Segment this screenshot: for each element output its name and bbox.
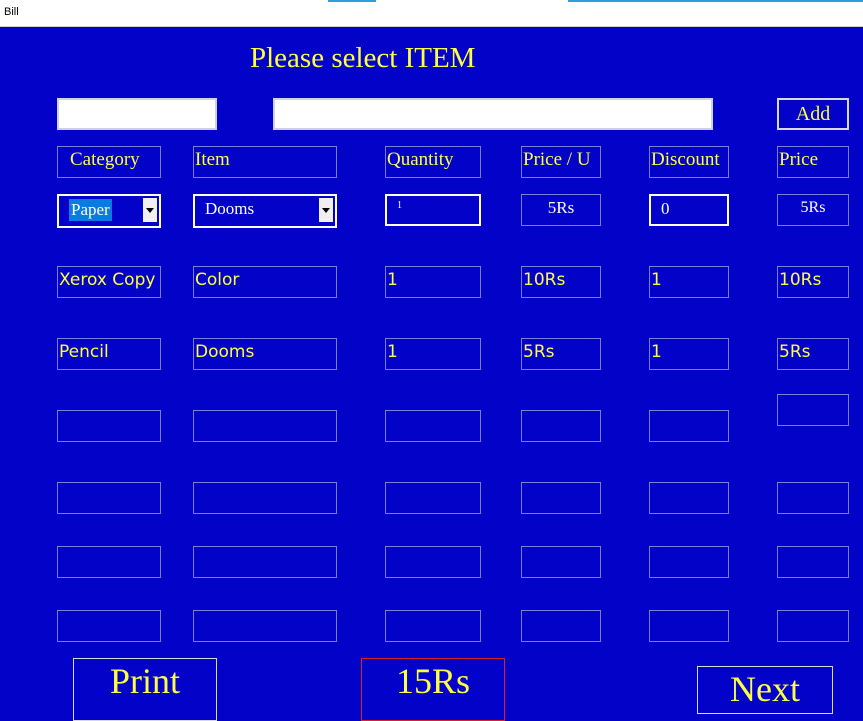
row-2-category: Pencil: [57, 338, 161, 370]
empty-cell: [385, 610, 481, 642]
column-header-discount: Discount: [649, 146, 729, 178]
row-2-unit-price: 5Rs: [521, 338, 601, 370]
column-header-quantity: Quantity: [385, 146, 481, 178]
empty-cell: [649, 610, 729, 642]
row-1-unit-price: 10Rs: [521, 266, 601, 298]
chevron-down-icon[interactable]: [143, 198, 157, 222]
unit-price-value: 5Rs: [521, 194, 601, 226]
empty-cell: [193, 410, 337, 442]
title-bar: Bill: [0, 0, 863, 27]
empty-cell: [649, 410, 729, 442]
title-accent-right: [568, 0, 863, 2]
empty-cell: [385, 482, 481, 514]
empty-cell: [57, 482, 161, 514]
empty-cell: [193, 546, 337, 578]
quantity-input[interactable]: 1: [385, 194, 481, 226]
empty-cell: [521, 610, 601, 642]
column-header-price: Price: [777, 146, 849, 178]
empty-cell: [385, 546, 481, 578]
empty-cell: [777, 610, 849, 642]
empty-cell: [521, 410, 601, 442]
chevron-down-icon[interactable]: [319, 198, 333, 222]
row-1-item: Color: [193, 266, 337, 298]
empty-cell: [777, 546, 849, 578]
search-input[interactable]: [57, 98, 217, 130]
title-accent-left: [328, 0, 376, 2]
empty-cell: [57, 610, 161, 642]
empty-cell: [521, 546, 601, 578]
empty-cell: [649, 482, 729, 514]
next-button[interactable]: Next: [697, 666, 833, 714]
empty-cell: [193, 610, 337, 642]
quantity-input-value: 1: [397, 200, 402, 211]
total-display: 15Rs: [361, 658, 505, 721]
category-dropdown[interactable]: Paper: [57, 194, 161, 228]
empty-cell: [385, 410, 481, 442]
row-1-quantity: 1: [385, 266, 481, 298]
selection-price-value: 5Rs: [777, 194, 849, 226]
column-header-item: Item: [193, 146, 337, 178]
row-2-item: Dooms: [193, 338, 337, 370]
column-header-unit-price: Price / U: [521, 146, 601, 178]
row-2-price: 5Rs: [777, 338, 849, 370]
window-title: Bill: [4, 6, 19, 18]
column-header-category: Category: [57, 146, 161, 178]
row-1-price: 10Rs: [777, 266, 849, 298]
add-button[interactable]: Add: [777, 98, 849, 130]
print-button[interactable]: Print: [73, 658, 217, 721]
discount-input-value: 0: [661, 199, 670, 218]
empty-cell: [57, 410, 161, 442]
empty-cell: [521, 482, 601, 514]
empty-cell: [777, 482, 849, 514]
row-1-discount: 1: [649, 266, 729, 298]
item-selected-value: Dooms: [205, 199, 255, 218]
empty-cell: [777, 394, 849, 426]
description-input[interactable]: [273, 98, 713, 130]
row-2-discount: 1: [649, 338, 729, 370]
page-title: Please select ITEM: [250, 42, 476, 74]
empty-cell: [57, 546, 161, 578]
empty-cell: [193, 482, 337, 514]
item-dropdown[interactable]: Dooms: [193, 194, 337, 228]
row-2-quantity: 1: [385, 338, 481, 370]
empty-cell: [649, 546, 729, 578]
row-1-category: Xerox Copy: [57, 266, 161, 298]
category-selected-value: Paper: [69, 199, 112, 221]
discount-input[interactable]: 0: [649, 194, 729, 226]
